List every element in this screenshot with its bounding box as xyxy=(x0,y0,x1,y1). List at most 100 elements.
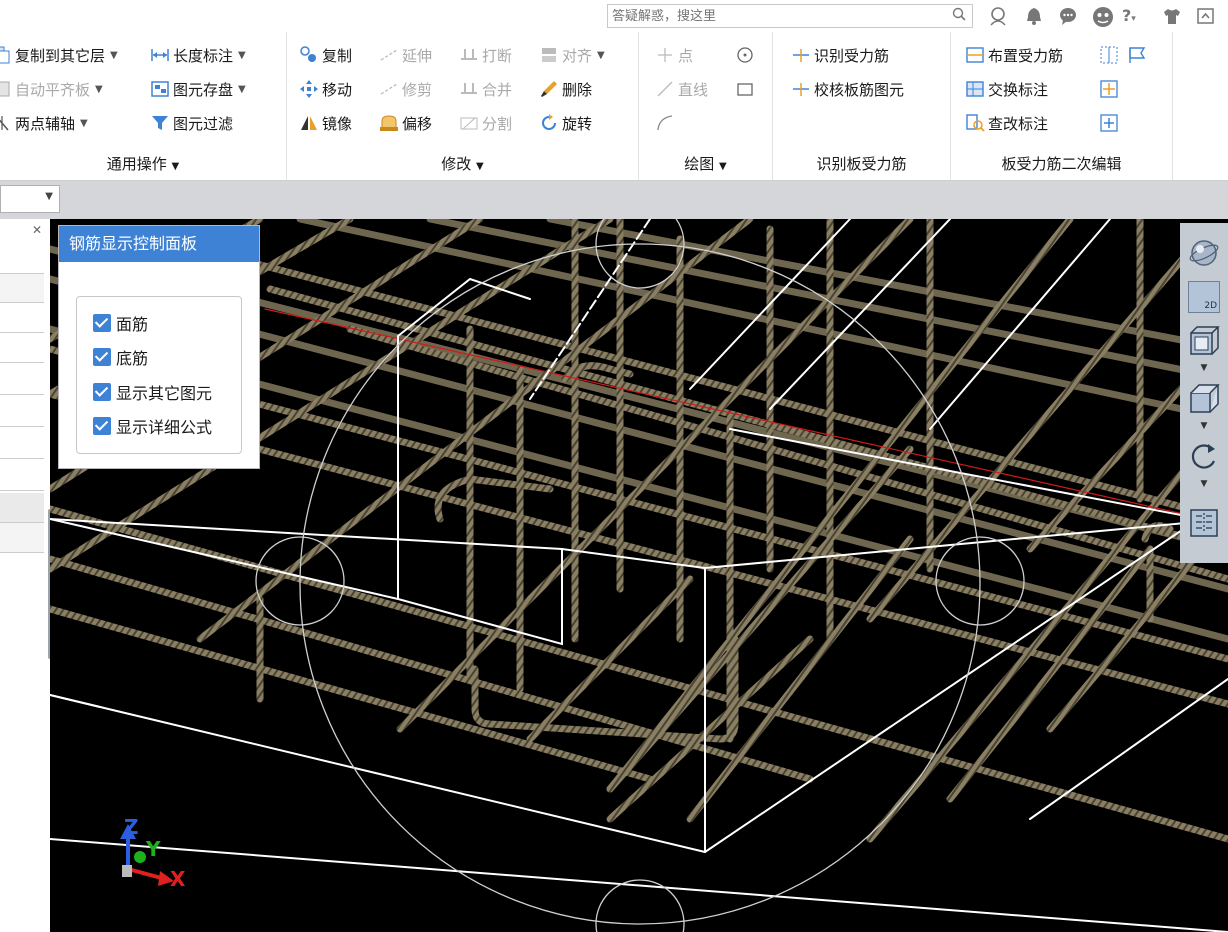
trim-button[interactable]: 修剪 xyxy=(379,76,432,102)
copy-to-layer-button[interactable]: 复制到其它层 ▼ xyxy=(0,42,118,68)
group-title-draw[interactable]: 绘图 ▼ xyxy=(639,153,772,174)
mirror-icon xyxy=(299,113,319,133)
list-item[interactable] xyxy=(0,461,44,491)
orbit-icon[interactable] xyxy=(1188,237,1220,269)
circle-button[interactable] xyxy=(735,42,758,68)
top-rebar-checkbox[interactable]: 面筋 xyxy=(93,311,148,335)
3d-viewport[interactable]: Z Y X 钢筋显示控制面板 面筋 底筋 显示其它图元 显示详细公式 xyxy=(50,219,1228,932)
mirror-button[interactable]: 镜像 xyxy=(299,110,352,136)
align-button[interactable]: 对齐 ▼ xyxy=(539,42,605,68)
bottom-rebar-checkbox[interactable]: 底筋 xyxy=(93,345,148,369)
shirt-icon[interactable] xyxy=(1162,6,1182,30)
move-button[interactable]: 移动 xyxy=(299,76,352,102)
check-label-button[interactable]: 查改标注 xyxy=(965,110,1048,136)
search-icon[interactable] xyxy=(952,7,966,25)
list-item[interactable] xyxy=(0,429,44,459)
chevron-down-icon: ▼ xyxy=(597,49,605,61)
restore-icon[interactable] xyxy=(1196,6,1216,30)
identify-rebar-button[interactable]: 识别受力筋 xyxy=(791,42,889,68)
show-other-elements-label: 显示其它图元 xyxy=(116,384,213,403)
save-element-button[interactable]: 图元存盘 ▼ xyxy=(150,76,246,102)
place-rebar-label: 布置受力筋 xyxy=(988,46,1064,65)
checkbox-checked-icon[interactable] xyxy=(93,348,111,366)
offset-button[interactable]: 偏移 xyxy=(379,110,432,136)
extend-button[interactable]: 延伸 xyxy=(379,42,432,68)
help-icon[interactable]: ?▾ xyxy=(1122,6,1136,25)
list-item[interactable] xyxy=(0,523,44,553)
list-item[interactable] xyxy=(0,397,44,427)
check-rebar-button[interactable]: 校核板筋图元 xyxy=(791,76,904,102)
checkbox-checked-icon[interactable] xyxy=(93,383,111,401)
chevron-down-icon[interactable]: ▼ xyxy=(1180,363,1228,373)
property-bar: ▼ xyxy=(0,181,1228,219)
merge-button[interactable]: 合并 xyxy=(459,76,512,102)
line-button[interactable]: 直线 xyxy=(655,76,708,102)
layer-settings-icon[interactable] xyxy=(1188,507,1220,539)
grid-select-button[interactable] xyxy=(1099,42,1122,68)
chevron-down-icon: ▼ xyxy=(238,83,246,95)
align-slab-icon xyxy=(0,79,12,99)
dimension-icon xyxy=(150,45,170,65)
add-button[interactable] xyxy=(1099,110,1122,136)
check-rebar-icon xyxy=(791,79,811,99)
length-dim-button[interactable]: 长度标注 ▼ xyxy=(150,42,246,68)
layer-combo[interactable]: ▼ xyxy=(0,185,60,213)
list-item[interactable] xyxy=(0,303,44,333)
move-label: 移动 xyxy=(322,80,353,99)
two-point-axis-button[interactable]: 两点辅轴 ▼ xyxy=(0,110,88,136)
rotate-button[interactable]: 旋转 xyxy=(539,110,592,136)
group-general-title-label: 通用操作 xyxy=(106,155,167,173)
checkbox-checked-icon[interactable] xyxy=(93,314,111,332)
list-item[interactable] xyxy=(0,365,44,395)
eraser-icon xyxy=(539,79,559,99)
checkbox-checked-icon[interactable] xyxy=(93,417,111,435)
search-box[interactable] xyxy=(607,4,973,28)
copy-icon xyxy=(299,45,319,65)
rotate-view-icon[interactable] xyxy=(1188,441,1220,473)
point-icon xyxy=(655,45,675,65)
place-rebar-button[interactable]: 布置受力筋 xyxy=(965,42,1063,68)
copy-button[interactable]: 复制 xyxy=(299,42,352,68)
trim-label: 修剪 xyxy=(402,80,433,99)
expand-button[interactable] xyxy=(1099,76,1122,102)
split-button[interactable]: 分割 xyxy=(459,110,512,136)
list-item[interactable] xyxy=(0,493,44,523)
chevron-down-icon[interactable]: ▼ xyxy=(1180,421,1228,431)
filter-button[interactable]: 图元过滤 xyxy=(150,110,233,136)
ribbon: 复制到其它层 ▼ 自动平齐板 ▼ 两点辅轴 ▼ 长度标注 ▼ 图元存盘 ▼ 图元过滤 通用… xyxy=(0,32,1228,181)
flag-button[interactable] xyxy=(1127,42,1150,68)
cube-front-icon[interactable] xyxy=(1188,325,1220,357)
save-element-label: 图元存盘 xyxy=(173,80,234,99)
offset-label: 偏移 xyxy=(402,114,433,133)
list-item[interactable] xyxy=(0,333,44,363)
close-icon[interactable]: ✕ xyxy=(32,223,42,237)
cube-iso-icon[interactable] xyxy=(1188,383,1220,415)
chevron-down-icon[interactable]: ▼ xyxy=(1180,479,1228,489)
avatar-icon[interactable] xyxy=(1092,6,1114,32)
group-draw-title-label: 绘图 xyxy=(684,155,715,173)
check-rebar-label: 校核板筋图元 xyxy=(814,80,905,99)
copy-to-layer-label: 复制到其它层 xyxy=(15,46,106,65)
chat-icon[interactable] xyxy=(1058,6,1078,30)
group-title-general[interactable]: 通用操作 ▼ xyxy=(0,153,286,174)
arc-button[interactable] xyxy=(655,110,678,136)
checkbox-group: 面筋 底筋 显示其它图元 显示详细公式 xyxy=(76,296,242,454)
user-icon[interactable] xyxy=(988,6,1008,30)
show-formula-checkbox[interactable]: 显示详细公式 xyxy=(93,414,212,438)
break-icon xyxy=(459,45,479,65)
swap-label-button[interactable]: 交换标注 xyxy=(965,76,1048,102)
break-button[interactable]: 打断 xyxy=(459,42,512,68)
chevron-down-icon: ▼ xyxy=(171,161,180,172)
auto-align-button[interactable]: 自动平齐板 ▼ xyxy=(0,76,103,102)
axis-icon xyxy=(0,113,12,133)
delete-button[interactable]: 删除 xyxy=(539,76,592,102)
split-label: 分割 xyxy=(482,114,513,133)
group-title-modify[interactable]: 修改 ▼ xyxy=(287,153,638,174)
point-button[interactable]: 点 xyxy=(655,42,693,68)
search-input[interactable] xyxy=(612,6,942,26)
identify-rebar-label: 识别受力筋 xyxy=(814,46,890,65)
view-2d-button[interactable]: 2D xyxy=(1188,281,1220,313)
bell-icon[interactable] xyxy=(1024,6,1044,30)
rectangle-button[interactable] xyxy=(735,76,758,102)
show-other-elements-checkbox[interactable]: 显示其它图元 xyxy=(93,380,212,404)
